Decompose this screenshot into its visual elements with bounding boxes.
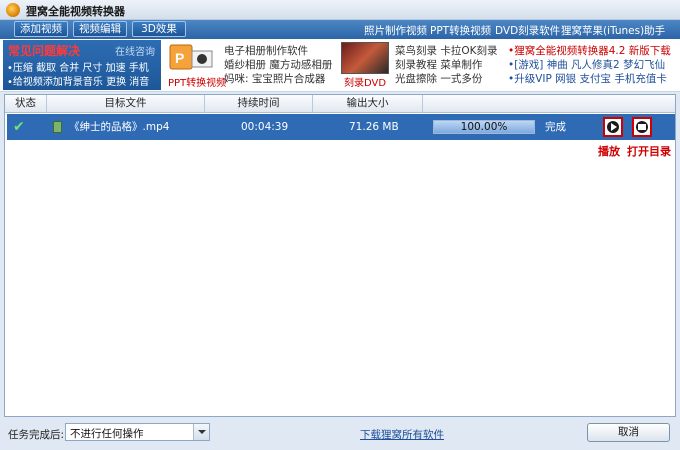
promo-col1-line-2[interactable]: 婚纱相册 魔方动感相册 xyxy=(224,57,332,72)
table-header: 状态 目标文件 持续时间 输出大小 xyxy=(5,95,675,113)
app-logo-icon xyxy=(6,3,20,17)
promo-col3-line-3[interactable]: •升级VIP 网银 支付宝 手机充值卡 xyxy=(508,71,667,86)
dvd-cover-icon[interactable] xyxy=(341,42,389,74)
check-icon: ✔ xyxy=(13,119,25,135)
progress-bar: 100.00% xyxy=(433,120,535,134)
promo-col2-line-1[interactable]: 菜鸟刻录 卡拉OK刻录 xyxy=(395,43,498,58)
download-all-link[interactable]: 下载狸窝所有软件 xyxy=(360,427,444,442)
play-button[interactable] xyxy=(603,117,623,137)
cancel-button[interactable]: 取消 xyxy=(587,423,670,442)
faq-panel: 常见问题解决 在线咨询 •压缩 截取 合并 尺寸 加速 手机 •给视频添加背景音… xyxy=(3,40,161,90)
table-row[interactable]: ✔ 《绅士的品格》.mp4 00:04:39 71.26 MB 100.00% … xyxy=(7,114,675,140)
ppt-convert-label[interactable]: PPT转换视频 xyxy=(168,74,226,89)
ppt-icon[interactable]: P xyxy=(168,43,216,73)
play-icon xyxy=(607,121,619,133)
dvd-burn-link[interactable]: DVD刻录软件 xyxy=(495,23,560,38)
after-complete-label: 任务完成后: xyxy=(8,429,65,441)
column-target-file[interactable]: 目标文件 xyxy=(47,95,205,113)
chevron-down-icon[interactable] xyxy=(193,424,209,440)
promo-col1-line-3[interactable]: 妈咪: 宝宝照片合成器 xyxy=(224,71,325,86)
3d-effect-button[interactable]: 3D效果 xyxy=(132,21,186,37)
column-progress xyxy=(423,95,675,113)
faq-title[interactable]: 常见问题解决 xyxy=(8,42,80,59)
row-duration: 00:04:39 xyxy=(241,121,289,133)
video-file-icon xyxy=(53,121,62,133)
row-file-name: 《绅士的品格》.mp4 xyxy=(69,121,170,133)
column-output-size[interactable]: 输出大小 xyxy=(313,95,423,113)
column-status[interactable]: 状态 xyxy=(5,95,47,113)
promo-col2-line-2[interactable]: 刻录教程 菜单制作 xyxy=(395,57,482,72)
open-folder-button[interactable] xyxy=(632,117,652,137)
photo-video-link[interactable]: 照片制作视频 xyxy=(364,23,427,38)
itunes-helper-link[interactable]: 狸窝苹果(iTunes)助手 xyxy=(561,23,665,38)
promo-col2-line-3[interactable]: 光盘擦除 一式多份 xyxy=(395,71,482,86)
app-title: 狸窝全能视频转换器 xyxy=(26,5,125,18)
faq-line-1[interactable]: •压缩 截取 合并 尺寸 加速 手机 xyxy=(7,59,149,74)
add-video-button[interactable]: 添加视频 xyxy=(14,21,68,37)
online-consult-link[interactable]: 在线咨询 xyxy=(115,43,155,58)
after-complete-select[interactable]: 不进行任何操作 xyxy=(65,423,210,441)
row-status-text: 完成 xyxy=(545,121,566,133)
promo-col3-line-2[interactable]: •[游戏] 神曲 凡人修真2 梦幻飞仙 xyxy=(508,57,665,72)
promo-banner: 常见问题解决 在线咨询 •压缩 截取 合并 尺寸 加速 手机 •给视频添加背景音… xyxy=(0,39,680,92)
burn-dvd-label[interactable]: 刻录DVD xyxy=(344,74,386,89)
bottom-bar: 任务完成后: 不进行任何操作 下载狸窝所有软件 取消 xyxy=(0,418,680,450)
task-list: 状态 目标文件 持续时间 输出大小 ✔ 《绅士的品格》.mp4 00:04:39… xyxy=(4,94,676,417)
top-toolbar: 添加视频 视频编辑 3D效果 照片制作视频 PPT转换视频 DVD刻录软件 狸窝… xyxy=(0,20,680,39)
promo-col1-line-1[interactable]: 电子相册制作软件 xyxy=(224,43,308,58)
ppt-video-link[interactable]: PPT转换视频 xyxy=(430,23,491,38)
open-dir-label: 打开目录 xyxy=(627,145,671,158)
progress-text: 100.00% xyxy=(460,121,508,133)
column-duration[interactable]: 持续时间 xyxy=(205,95,313,113)
svg-text:P: P xyxy=(175,50,184,66)
title-bar: 狸窝全能视频转换器 xyxy=(0,0,680,20)
row-size: 71.26 MB xyxy=(349,121,399,133)
play-label: 播放 xyxy=(598,145,620,158)
promo-col3-line-1[interactable]: •狸窝全能视频转换器4.2 新版下载 xyxy=(508,43,671,58)
edit-video-button[interactable]: 视频编辑 xyxy=(73,21,127,37)
faq-line-2[interactable]: •给视频添加背景音乐 更换 消音 xyxy=(7,73,149,88)
folder-icon xyxy=(636,121,648,133)
after-complete-value: 不进行任何操作 xyxy=(70,428,144,440)
